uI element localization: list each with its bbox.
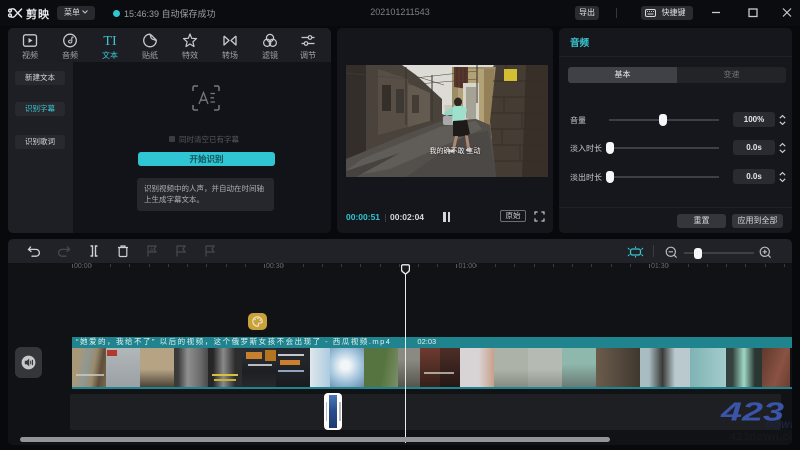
svg-text:TI: TI [103,34,117,48]
